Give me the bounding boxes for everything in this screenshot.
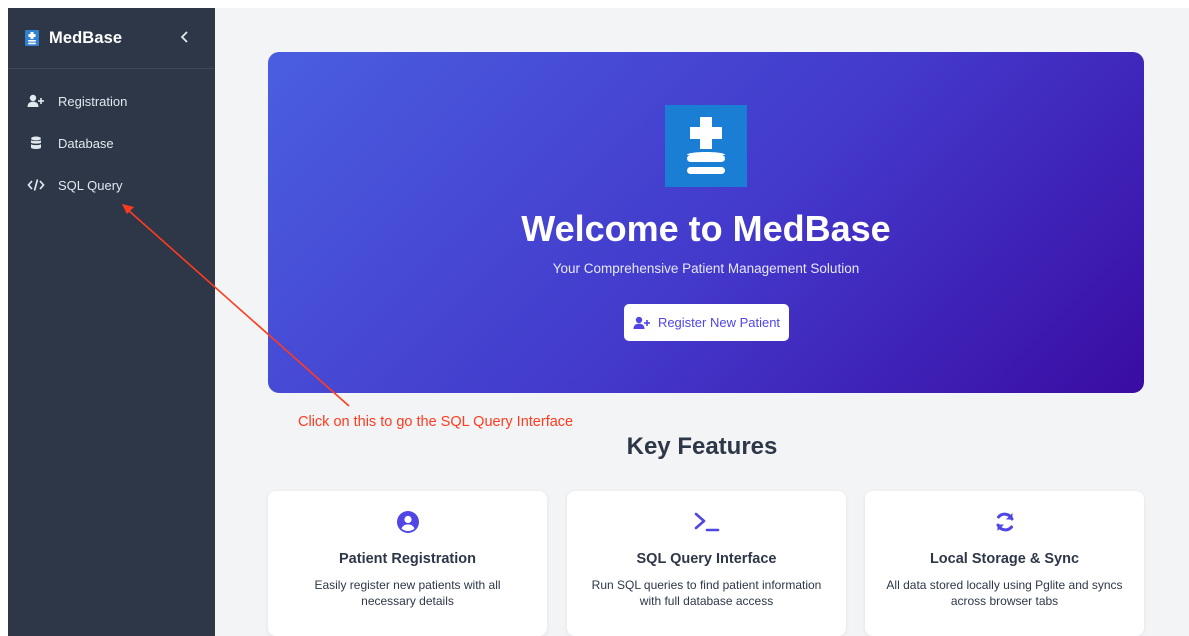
feature-card-description: Run SQL queries to find patient informat…	[591, 578, 822, 608]
medbase-logo-icon	[665, 105, 747, 187]
sidebar: MedBase Registration Database SQL Query	[8, 8, 215, 636]
sidebar-item-label: Database	[58, 135, 114, 151]
chevron-left-icon[interactable]	[180, 30, 190, 47]
sidebar-item-registration[interactable]: Registration	[8, 80, 215, 122]
feature-card-sql-query-interface: SQL Query Interface Run SQL queries to f…	[567, 491, 846, 636]
database-icon	[27, 136, 45, 150]
register-new-patient-button[interactable]: Register New Patient	[624, 304, 789, 341]
sidebar-item-database[interactable]: Database	[8, 122, 215, 164]
user-plus-icon	[27, 94, 45, 108]
main-content: Welcome to MedBase Your Comprehensive Pa…	[215, 8, 1189, 636]
feature-card-description: Easily register new patients with all ne…	[314, 578, 501, 608]
feature-card-title: Patient Registration	[339, 551, 476, 567]
feature-card-patient-registration: Patient Registration Easily register new…	[268, 491, 547, 636]
brand-name: MedBase	[49, 28, 123, 47]
medbase-logo-icon	[25, 30, 39, 46]
key-features-title: Key Features	[626, 433, 778, 460]
sidebar-item-label: SQL Query	[58, 177, 123, 193]
feature-card-title: Local Storage & Sync	[929, 551, 1080, 567]
feature-card-description: All data stored locally using Pglite and…	[886, 578, 1123, 608]
user-circle-icon	[268, 509, 547, 535]
code-icon	[27, 178, 45, 192]
features-grid: Patient Registration Easily register new…	[268, 491, 1144, 636]
register-button-label: Register New Patient	[657, 315, 781, 330]
sidebar-item-label: Registration	[58, 93, 128, 109]
app-frame: MedBase Registration Database SQL Query …	[8, 8, 1189, 636]
hero-subtitle: Your Comprehensive Patient Management So…	[552, 261, 860, 276]
annotation-text: Click on this to go the SQL Query Interf…	[298, 414, 574, 430]
feature-card-local-storage-sync: Local Storage & Sync All data stored loc…	[865, 491, 1144, 636]
sync-icon	[865, 509, 1144, 535]
sidebar-brand: MedBase	[8, 8, 215, 69]
hero-title: Welcome to MedBase	[521, 208, 891, 249]
terminal-icon	[567, 509, 846, 535]
feature-card-title: SQL Query Interface	[636, 551, 777, 567]
sidebar-item-sql-query[interactable]: SQL Query	[8, 164, 215, 206]
sidebar-nav: Registration Database SQL Query	[8, 69, 215, 206]
user-plus-icon	[633, 316, 651, 330]
hero-banner: Welcome to MedBase Your Comprehensive Pa…	[268, 52, 1144, 393]
